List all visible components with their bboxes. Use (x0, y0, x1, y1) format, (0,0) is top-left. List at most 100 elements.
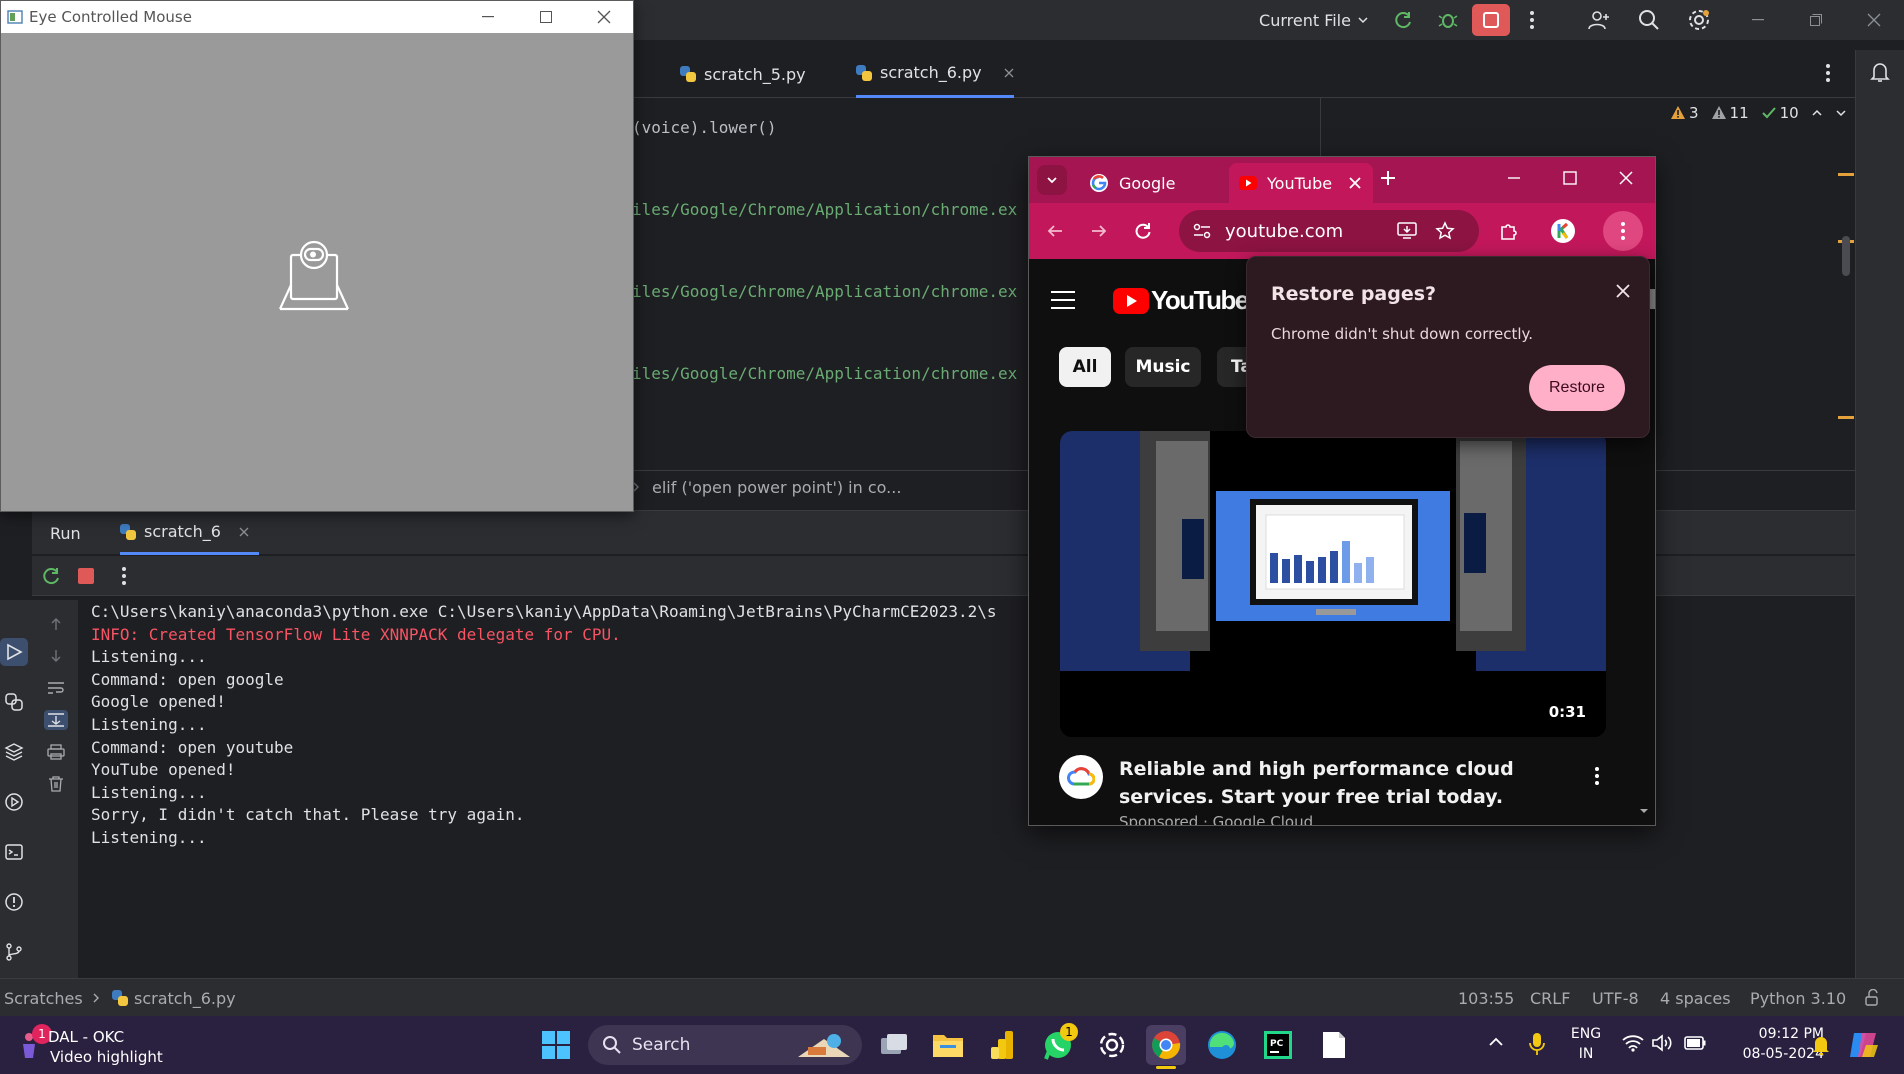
youtube-logo[interactable]: YouTube IN (1113, 285, 1263, 316)
back-arrow-icon[interactable] (1035, 211, 1075, 251)
python-interpreter[interactable]: Python 3.10 (1750, 979, 1846, 1017)
restore-window-icon[interactable] (1796, 0, 1836, 40)
microphone-icon[interactable] (1528, 1032, 1546, 1056)
battery-icon[interactable] (1684, 1036, 1706, 1050)
run-tab-scratch-6[interactable]: scratch_6 (120, 511, 259, 555)
more-actions-icon[interactable] (1520, 0, 1544, 40)
task-view-icon[interactable] (874, 1025, 914, 1065)
run-tool-label[interactable]: Run (50, 511, 81, 555)
forward-arrow-icon[interactable] (1079, 211, 1119, 251)
search-icon[interactable] (1634, 0, 1664, 40)
chip-music[interactable]: Music (1125, 347, 1201, 387)
close-icon[interactable] (1617, 169, 1635, 187)
install-app-icon[interactable] (1397, 222, 1417, 240)
maximize-icon[interactable] (1561, 169, 1579, 187)
language-indicator[interactable]: ENG IN (1566, 1024, 1606, 1064)
print-icon[interactable] (46, 742, 66, 762)
chrome-tab-youtube[interactable]: YouTube (1229, 163, 1373, 203)
scrollbar-warning-mark[interactable] (1838, 173, 1854, 176)
minimize-icon[interactable] (461, 1, 515, 33)
rerun-icon[interactable] (42, 566, 62, 586)
minimize-icon[interactable] (1505, 169, 1523, 187)
run-tool-icon[interactable] (0, 638, 28, 666)
close-icon[interactable] (1854, 0, 1894, 40)
indent-setting[interactable]: 4 spaces (1660, 979, 1731, 1017)
notifications-bell-icon[interactable] (1868, 60, 1892, 84)
close-icon[interactable] (577, 1, 631, 33)
editor-scrollbar-thumb[interactable] (1842, 236, 1850, 276)
stop-button[interactable] (1472, 4, 1510, 36)
tab-scratch-5[interactable]: scratch_5.py (680, 50, 806, 98)
file-encoding[interactable]: UTF-8 (1592, 979, 1639, 1017)
video-thumbnail[interactable]: 0:31 (1060, 431, 1606, 737)
soft-wrap-icon[interactable] (46, 678, 66, 698)
close-tab-icon[interactable] (1004, 68, 1014, 78)
scroll-down-arrow-icon[interactable] (1639, 807, 1649, 815)
chevron-up-icon[interactable] (1811, 107, 1823, 119)
trash-icon[interactable] (46, 774, 66, 794)
stop-icon[interactable] (78, 568, 94, 584)
volume-icon[interactable] (1652, 1034, 1674, 1052)
chatgpt-icon[interactable] (1092, 1025, 1132, 1065)
windows-start-icon[interactable] (536, 1025, 576, 1065)
inspection-widget[interactable]: 3 11 10 (1670, 104, 1847, 122)
layers-icon[interactable] (0, 738, 28, 766)
lock-icon[interactable] (1864, 979, 1882, 1017)
pycharm-taskbar-icon[interactable]: PC (1258, 1025, 1298, 1065)
close-icon[interactable] (1609, 277, 1637, 305)
restore-button[interactable]: Restore (1529, 365, 1625, 411)
more-actions-icon[interactable] (122, 567, 126, 585)
breadcrumb-file[interactable]: scratch_6.py (112, 979, 236, 1017)
tabs-more-icon[interactable] (1826, 64, 1830, 82)
line-separator[interactable]: CRLF (1530, 979, 1570, 1017)
file-explorer-icon[interactable] (928, 1025, 968, 1065)
python-console-icon[interactable] (0, 688, 28, 716)
whatsapp-icon[interactable]: 1 (1038, 1023, 1078, 1065)
chrome-taskbar-icon[interactable] (1146, 1025, 1186, 1069)
scroll-to-end-icon[interactable] (44, 710, 68, 730)
run-config-selector[interactable]: Current File (1252, 0, 1376, 40)
maximize-icon[interactable] (519, 1, 573, 33)
eye-window-titlebar[interactable]: Eye Controlled Mouse (1, 1, 633, 33)
site-info-icon[interactable] (1193, 223, 1211, 239)
breadcrumb-project[interactable]: Scratches (4, 979, 83, 1017)
services-icon[interactable] (0, 788, 28, 816)
git-branch-icon[interactable] (0, 938, 28, 966)
caret-position[interactable]: 103:55 (1458, 979, 1514, 1017)
hamburger-menu-icon[interactable] (1051, 291, 1075, 309)
chrome-tab-google[interactable]: Google (1079, 163, 1251, 203)
rerun-icon[interactable] (1390, 0, 1418, 40)
add-user-icon[interactable] (1584, 0, 1614, 40)
settings-gear-icon[interactable] (1684, 0, 1714, 40)
extensions-puzzle-icon[interactable] (1489, 211, 1529, 251)
close-tab-icon[interactable] (239, 527, 249, 537)
notification-bell-icon[interactable] (1810, 1033, 1832, 1057)
close-tab-icon[interactable] (1349, 177, 1361, 189)
breadcrumb[interactable]: elif ('open power point') in co... (632, 472, 901, 502)
power-bi-icon[interactable] (982, 1025, 1022, 1065)
eye-controlled-mouse-window[interactable]: Eye Controlled Mouse (0, 0, 634, 512)
chevron-up-icon[interactable] (1488, 1036, 1504, 1048)
chevron-down-icon[interactable] (1835, 107, 1847, 119)
tab-search-icon[interactable] (1037, 165, 1067, 195)
debug-icon[interactable] (1434, 0, 1462, 40)
taskbar-search-box[interactable]: Search (588, 1025, 862, 1065)
channel-avatar[interactable] (1059, 755, 1103, 799)
tab-scratch-6[interactable]: scratch_6.py (856, 50, 1014, 98)
ad-title[interactable]: Reliable and high performance cloud serv… (1119, 755, 1549, 811)
address-bar[interactable]: youtube.com (1179, 210, 1479, 252)
scrollbar-warning-mark[interactable] (1838, 416, 1854, 419)
reload-icon[interactable] (1123, 211, 1163, 251)
widgets-button[interactable]: 1 DAL - OKC Video highlight (10, 1022, 210, 1068)
arrow-up-icon[interactable] (46, 614, 66, 634)
new-tab-plus-icon[interactable] (1379, 169, 1397, 187)
copilot-icon[interactable] (1848, 1029, 1880, 1061)
arrow-down-icon[interactable] (46, 646, 66, 666)
problems-icon[interactable] (0, 888, 28, 916)
breadcrumb-item[interactable]: elif ('open power point') in co... (652, 478, 901, 497)
edge-icon[interactable] (1202, 1025, 1242, 1065)
chip-all[interactable]: All (1059, 347, 1111, 387)
profile-avatar[interactable] (1543, 211, 1583, 251)
minimize-icon[interactable] (1738, 0, 1778, 40)
wifi-icon[interactable] (1622, 1034, 1644, 1052)
